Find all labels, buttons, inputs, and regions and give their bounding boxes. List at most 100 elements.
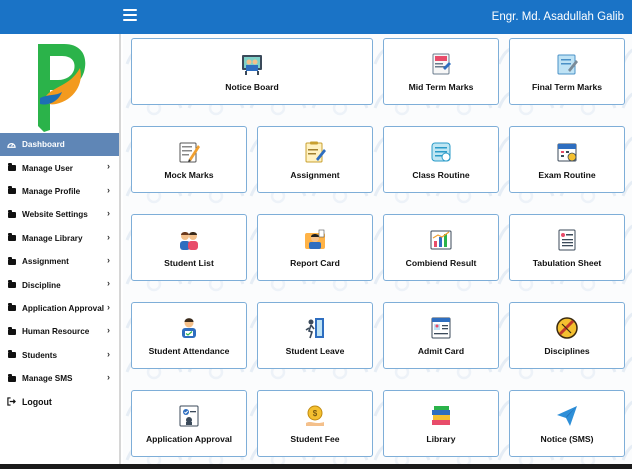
sidebar: Dashboard Manage User › Manage Profile ›… <box>0 34 121 464</box>
top-navbar: Engr. Md. Asadullah Galib <box>0 0 632 34</box>
combined-result-icon <box>430 230 452 250</box>
exam-routine-icon <box>557 143 577 162</box>
tile-class-routine[interactable]: Class Routine <box>383 126 499 193</box>
tile-application-approval[interactable]: Application Approval <box>131 390 247 457</box>
tile-mid-term-marks[interactable]: Mid Term Marks <box>383 38 499 105</box>
notice-board-icon <box>242 55 262 75</box>
notice-sms-icon <box>557 406 577 426</box>
sidebar-item-label: Manage User <box>22 163 73 173</box>
sidebar-item-label: Students <box>22 350 58 360</box>
chevron-right-icon: › <box>107 348 110 359</box>
tile-assignment[interactable]: Assignment <box>257 126 373 193</box>
tile-label: Report Card <box>290 258 340 268</box>
sidebar-item-label: Manage Profile <box>22 186 81 196</box>
sidebar-item-manage-user[interactable]: Manage User › <box>0 156 119 179</box>
folder-icon <box>7 350 16 360</box>
tile-label: Admit Card <box>417 346 465 356</box>
tile-exam-routine[interactable]: Exam Routine <box>509 126 625 193</box>
sidebar-menu: Dashboard Manage User › Manage Profile ›… <box>0 133 119 414</box>
chevron-right-icon: › <box>107 254 110 265</box>
sidebar-item-manage-profile[interactable]: Manage Profile › <box>0 180 119 203</box>
dashboard-main: Notice Board Mid Term Marks Final Term M… <box>123 34 632 464</box>
student-leave-icon <box>305 318 324 339</box>
folder-icon <box>7 233 16 243</box>
tile-student-fee[interactable]: $ Student Fee <box>257 390 373 457</box>
final-term-marks-icon <box>557 54 578 75</box>
chevron-right-icon: › <box>107 184 110 195</box>
tile-label: Combiend Result <box>405 258 477 268</box>
chevron-right-icon: › <box>107 208 110 219</box>
class-routine-icon <box>431 142 451 162</box>
tile-label: Assignment <box>290 170 340 180</box>
tile-notice-board[interactable]: Notice Board <box>131 38 373 105</box>
sidebar-item-application-approval[interactable]: Application Approval › <box>0 297 119 320</box>
student-attendance-icon <box>182 318 196 338</box>
sidebar-item-assignment[interactable]: Assignment › <box>0 250 119 273</box>
tile-mock-marks[interactable]: Mock Marks <box>131 126 247 193</box>
tile-label: Student Fee <box>290 434 340 444</box>
sidebar-item-label: Manage SMS <box>22 374 73 384</box>
report-card-icon <box>305 229 325 249</box>
student-fee-icon: $ <box>306 405 324 426</box>
chevron-right-icon: › <box>107 278 110 289</box>
dashboard-icon <box>7 140 16 149</box>
tile-tabulation-sheet[interactable]: Tabulation Sheet <box>509 214 625 281</box>
sidebar-item-students[interactable]: Students › <box>0 344 119 367</box>
tile-combined-result[interactable]: Combiend Result <box>383 214 499 281</box>
admit-card-icon <box>431 317 451 339</box>
folder-icon <box>7 209 16 219</box>
sidebar-item-label: Discipline <box>22 280 61 290</box>
assignment-icon <box>305 141 326 163</box>
chevron-right-icon: › <box>107 161 110 172</box>
tile-label: Application Approval <box>145 434 233 444</box>
mock-marks-icon <box>179 142 200 163</box>
tile-label: Student List <box>164 258 214 268</box>
tile-report-card[interactable]: Report Card <box>257 214 373 281</box>
folder-icon <box>7 280 16 290</box>
sidebar-item-manage-sms[interactable]: Manage SMS › <box>0 367 119 390</box>
application-approval-icon <box>179 405 199 427</box>
sidebar-item-label: Human Resource <box>22 327 90 337</box>
tile-label: Student Attendance <box>148 346 230 356</box>
tile-label: Notice (SMS) <box>540 434 594 444</box>
bottom-bar <box>0 464 632 469</box>
tile-notice-sms[interactable]: Notice (SMS) <box>509 390 625 457</box>
tile-label: Final Term Marks <box>531 82 603 92</box>
hamburger-menu-icon[interactable] <box>123 9 137 23</box>
sidebar-item-discipline[interactable]: Discipline › <box>0 273 119 296</box>
logout-label: Logout <box>22 396 52 407</box>
sidebar-item-label: Assignment <box>22 257 69 267</box>
tabulation-sheet-icon <box>558 229 576 251</box>
tile-disciplines[interactable]: Disciplines <box>509 302 625 369</box>
mid-term-marks-icon <box>432 53 451 75</box>
sidebar-item-human-resource[interactable]: Human Resource › <box>0 320 119 343</box>
logout-icon <box>7 397 16 407</box>
school-logo <box>38 44 86 132</box>
tile-final-term-marks[interactable]: Final Term Marks <box>509 38 625 105</box>
tile-student-list[interactable]: Student List <box>131 214 247 281</box>
tile-student-attendance[interactable]: Student Attendance <box>131 302 247 369</box>
tile-student-leave[interactable]: Student Leave <box>257 302 373 369</box>
svg-text:$: $ <box>313 409 318 418</box>
logout-button[interactable]: Logout <box>0 390 119 413</box>
tile-label: Exam Routine <box>538 170 596 180</box>
tile-label: Library <box>426 434 456 444</box>
sidebar-item-label: Manage Library <box>22 233 83 243</box>
folder-icon <box>7 373 16 383</box>
sidebar-item-website-settings[interactable]: Website Settings › <box>0 203 119 226</box>
tile-library[interactable]: Library <box>383 390 499 457</box>
tile-label: Mid Term Marks <box>408 82 474 92</box>
tile-label: Notice Board <box>225 82 279 92</box>
sidebar-item-manage-library[interactable]: Manage Library › <box>0 227 119 250</box>
tile-label: Disciplines <box>544 346 590 356</box>
sidebar-item-dashboard[interactable]: Dashboard <box>0 133 119 157</box>
chevron-right-icon: › <box>107 231 110 242</box>
tile-label: Tabulation Sheet <box>532 258 602 268</box>
chevron-right-icon: › <box>107 301 110 312</box>
tile-admit-card[interactable]: Admit Card <box>383 302 499 369</box>
folder-icon <box>7 163 16 173</box>
folder-icon <box>7 256 16 266</box>
folder-icon <box>7 186 16 196</box>
library-icon <box>432 406 450 425</box>
user-name[interactable]: Engr. Md. Asadullah Galib <box>492 11 624 23</box>
